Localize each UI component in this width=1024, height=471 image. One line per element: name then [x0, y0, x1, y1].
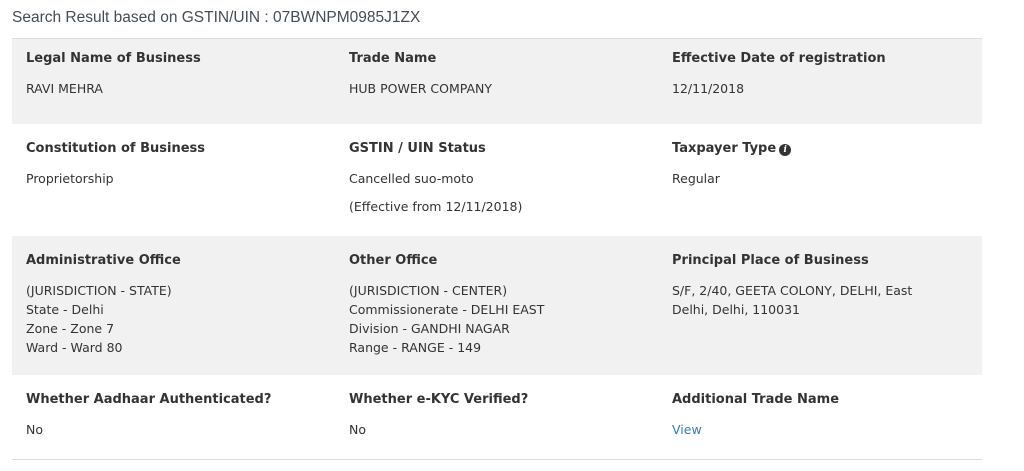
other-office-line: Division - GANDHI NAGAR [349, 321, 510, 336]
search-result-panel: Search Result based on GSTIN/UIN : 07BWN… [0, 0, 1024, 471]
field-label: Taxpayer Type [672, 141, 777, 156]
info-circle-icon[interactable]: i [779, 144, 792, 156]
details-row: Administrative Office (JURISDICTION - ST… [12, 236, 982, 375]
admin-office-line: Zone - Zone 7 [26, 321, 115, 336]
field-label: Legal Name of Business [26, 51, 201, 66]
admin-office-line: State - Delhi [26, 302, 104, 317]
gstin-status-value: Cancelled suo-moto [349, 171, 474, 186]
legal-name-value: RAVI MEHRA [26, 81, 103, 96]
aadhaar-authenticated-value: No [26, 422, 43, 437]
field-label: Whether e-KYC Verified? [349, 392, 529, 407]
field-value: S/F, 2/40, GEETA COLONY, DELHI, East Del… [672, 281, 912, 319]
field-value: Cancelled suo-moto (Effective from 12/11… [349, 169, 522, 216]
field-label: Additional Trade Name [672, 392, 840, 407]
field-label: Constitution of Business [26, 141, 206, 156]
field-value: (JURISDICTION - CENTER) Commissionerate … [349, 281, 544, 357]
other-office-line: (JURISDICTION - CENTER) [349, 283, 508, 298]
field-value: HUB POWER COMPANY [349, 79, 492, 98]
field-value: View [672, 420, 702, 439]
admin-office-line: Ward - Ward 80 [26, 340, 123, 355]
taxpayer-type-value: Regular [672, 171, 720, 186]
field-value: No [26, 420, 43, 439]
view-additional-trade-name-link[interactable]: View [672, 420, 702, 439]
field-label: Effective Date of registration [672, 51, 886, 66]
admin-office-line: (JURISDICTION - STATE) [26, 283, 172, 298]
principal-place-line: Delhi, Delhi, 110031 [672, 302, 800, 317]
other-office-line: Commissionerate - DELHI EAST [349, 302, 545, 317]
field-value: Proprietorship [26, 169, 114, 188]
details-row: Legal Name of Business RAVI MEHRA Trade … [12, 39, 982, 124]
field-value: Regular [672, 169, 720, 188]
trade-name-value: HUB POWER COMPANY [349, 81, 493, 96]
field-label: Other Office [349, 253, 438, 268]
field-value: No [349, 420, 366, 439]
divider [12, 459, 982, 460]
field-label-wrap: Taxpayer Type i [672, 141, 792, 156]
field-label: Principal Place of Business [672, 253, 869, 268]
ekyc-verified-value: No [349, 422, 366, 437]
effective-date-value: 12/11/2018 [672, 81, 745, 96]
field-label: Administrative Office [26, 253, 181, 268]
field-value: 12/11/2018 [672, 79, 744, 98]
field-value: (JURISDICTION - STATE) State - Delhi Zon… [26, 281, 172, 357]
field-label: Trade Name [349, 51, 437, 66]
gstin-status-effective: (Effective from 12/11/2018) [349, 199, 523, 214]
constitution-value: Proprietorship [26, 171, 114, 186]
other-office-line: Range - RANGE - 149 [349, 340, 482, 355]
field-label: GSTIN / UIN Status [349, 141, 486, 156]
principal-place-line: S/F, 2/40, GEETA COLONY, DELHI, East [672, 283, 913, 298]
details-row: Constitution of Business Proprietorship … [12, 124, 982, 236]
search-result-title: Search Result based on GSTIN/UIN : 07BWN… [12, 9, 421, 26]
field-label: Whether Aadhaar Authenticated? [26, 392, 272, 407]
field-value: RAVI MEHRA [26, 79, 103, 98]
details-row: Whether Aadhaar Authenticated? No Whethe… [12, 375, 982, 459]
